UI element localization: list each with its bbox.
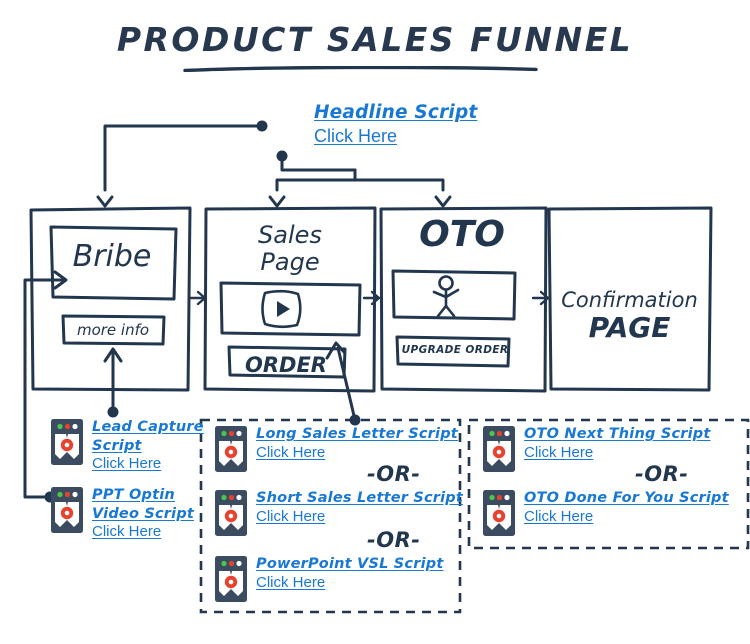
link-title-oto-next-thing-script[interactable]: OTO Next Thing Script [524,425,711,444]
connector-headline-to-sales [275,168,357,192]
stage-label-oto: OTO [419,214,505,255]
connector-headline-to-bribe [103,124,264,192]
funnel-diagram: PRODUCT SALES FUNNEL Bribe Sales Page OT… [0,0,750,644]
play-button-icon [261,289,302,329]
connector-headline-to-oto [353,168,445,192]
arrow-sales-to-oto [362,290,381,306]
or-separator-oto-1: -OR- [635,462,689,486]
script-document-icon [483,426,515,472]
confirmation-line-1: Confirmation [561,287,698,312]
connector-dot-lead-capture [107,406,119,418]
oto-upgrade-button [395,335,511,368]
script-document-icon [51,419,83,465]
script-document-icon [215,490,247,536]
link-action-oto-done-for-you-script[interactable]: Click Here [524,508,729,527]
script-document-icon [215,426,247,472]
link-action-oto-next-thing-script[interactable]: Click Here [524,444,711,463]
oto-upgrade-label[interactable]: UPGRADE ORDER [400,344,510,357]
page-title: PRODUCT SALES FUNNEL [116,20,634,59]
connector-sales-letter-to-order [336,346,357,422]
link-title-headline-script[interactable]: Headline Script [314,101,477,125]
link-action-headline-script[interactable]: Click Here [314,125,477,148]
link-block-headline-script[interactable]: Headline Script Click Here [314,101,477,147]
link-title-ppt-optin-video-script[interactable]: PPT Optin Video Script [92,486,194,523]
script-document-icon [51,487,83,533]
bribe-more-info-button [61,314,166,346]
link-title-long-sales-letter-script[interactable]: Long Sales Letter Script [256,425,458,444]
link-title-short-sales-letter-script[interactable]: Short Sales Letter Script [256,489,463,508]
link-block-short-sales-letter-script[interactable]: Short Sales Letter Script Click Here [214,489,463,537]
link-title-lead-capture-script[interactable]: Lead Capture Script [92,418,204,455]
stage-label-bribe: Bribe [72,239,152,274]
script-document-icon [483,490,515,536]
link-block-lead-capture-script[interactable]: Lead Capture Script Click Here [50,418,204,474]
link-action-ppt-optin-video-script[interactable]: Click Here [92,523,194,542]
bribe-more-info-label[interactable]: more info [65,322,161,339]
link-block-ppt-optin-video-script[interactable]: PPT Optin Video Script Click Here [50,486,194,542]
or-separator-sales-2: -OR- [367,528,421,552]
bribe-hero-panel [49,225,178,301]
connector-dot-headline-left [256,120,268,132]
link-action-powerpoint-vsl-script[interactable]: Click Here [256,574,443,593]
link-title-powerpoint-vsl-script[interactable]: PowerPoint VSL Script [256,555,443,574]
link-action-lead-capture-script[interactable]: Click Here [92,455,204,474]
link-action-long-sales-letter-script[interactable]: Click Here [256,444,458,463]
stage-label-sales-page: Sales Page [258,221,322,276]
title-underline [183,66,538,72]
connector-dot-headline-down [276,150,288,162]
sales-order-button [227,345,347,379]
arrow-bribe-to-sales [189,290,207,306]
stage-box-confirmation [547,206,713,392]
stick-figure-icon [432,275,460,318]
link-block-powerpoint-vsl-script[interactable]: PowerPoint VSL Script Click Here [214,555,443,603]
script-document-icon [215,556,247,602]
oto-media-panel [391,269,517,321]
or-separator-sales-1: -OR- [367,462,421,486]
confirmation-line-2: PAGE [588,311,671,345]
link-block-long-sales-letter-script[interactable]: Long Sales Letter Script Click Here [214,425,458,473]
link-block-oto-done-for-you-script[interactable]: OTO Done For You Script Click Here [482,489,729,537]
stage-label-confirmation: Confirmation PAGE [552,265,707,367]
link-title-oto-done-for-you-script[interactable]: OTO Done For You Script [524,489,729,508]
link-action-short-sales-letter-script[interactable]: Click Here [256,508,463,527]
